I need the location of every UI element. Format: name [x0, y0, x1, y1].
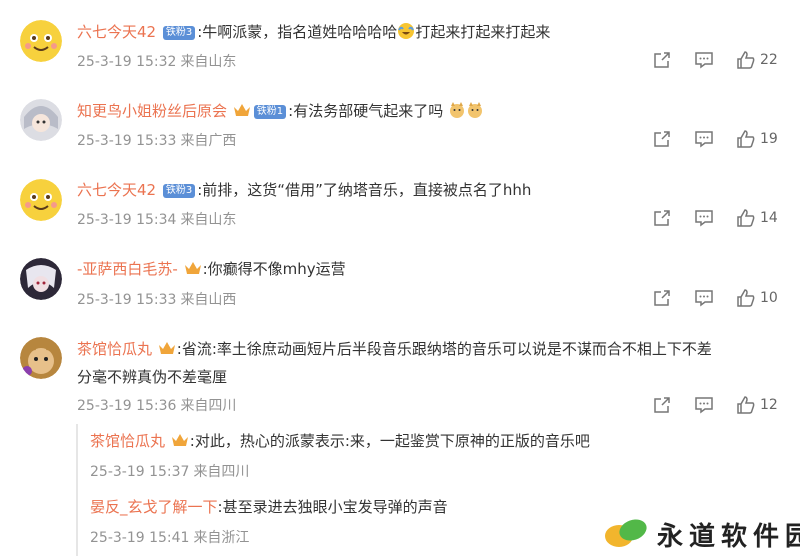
- username[interactable]: -亚萨西白毛苏-: [77, 260, 178, 278]
- fan-badge[interactable]: 铁粉3: [162, 26, 196, 40]
- comment-text: :你癫得不像mhy运营: [202, 260, 346, 278]
- location: 来自广西: [180, 133, 237, 149]
- reply-meta: 25-3-19 15:37 来自四川: [90, 461, 249, 481]
- reply-text: :甚至录进去独眼小宝发导弹的声音: [217, 498, 448, 516]
- timestamp: 25-3-19 15:33: [77, 133, 177, 149]
- watermark-text: 永道软件园: [657, 522, 800, 552]
- comment-text: :省流:率土徐庶动画短片后半段音乐跟纳塔的音乐可以说是不谋而合不相上下不差: [176, 340, 712, 358]
- avatar[interactable]: [20, 99, 62, 141]
- location: 来自四川: [180, 398, 237, 414]
- comment-text-line2: 分毫不辨真伪不差毫厘: [77, 366, 227, 388]
- crown-icon: [233, 102, 251, 124]
- like-count: 12: [760, 397, 778, 413]
- watermark-logo-icon: [603, 516, 653, 554]
- comment-icon[interactable]: [694, 129, 714, 153]
- timestamp: 25-3-19 15:32: [77, 54, 177, 70]
- doge-emoji-icon: [466, 101, 484, 125]
- crown-icon: [171, 432, 189, 454]
- thumbs-up-icon[interactable]: [736, 288, 756, 312]
- like-count: 10: [760, 290, 778, 306]
- timestamp: 25-3-19 15:41: [90, 530, 190, 546]
- username[interactable]: 六七今天42: [77, 181, 156, 199]
- share-icon[interactable]: [652, 129, 672, 153]
- location: 来自四川: [193, 464, 250, 480]
- comment-meta: 25-3-19 15:36 来自四川: [77, 397, 236, 415]
- reply-text: :对此，热心的派蒙表示:来，一起鉴赏下原神的正版的音乐吧: [189, 432, 590, 450]
- thumbs-up-icon[interactable]: [736, 50, 756, 74]
- reply-line: 晏反_玄戈了解一下:甚至录进去独眼小宝发导弹的声音: [90, 496, 448, 518]
- location: 来自山西: [180, 292, 237, 308]
- comment-text: :前排，这货“借用”了纳塔音乐，直接被点名了hhh: [197, 181, 532, 199]
- comment-meta: 25-3-19 15:34 来自山东: [77, 211, 236, 229]
- action-bar: 19: [652, 129, 792, 151]
- avatar[interactable]: [20, 20, 62, 62]
- username[interactable]: 六七今天42: [77, 23, 156, 41]
- share-icon[interactable]: [652, 208, 672, 232]
- avatar[interactable]: [20, 179, 62, 221]
- reply-line: 茶馆恰瓜丸 :对此，热心的派蒙表示:来，一起鉴赏下原神的正版的音乐吧: [90, 430, 590, 454]
- comment-text-continued: 打起来打起来打起来: [415, 23, 551, 41]
- comment-icon[interactable]: [694, 395, 714, 419]
- crown-icon: [158, 340, 176, 362]
- reply-username[interactable]: 茶馆恰瓜丸: [90, 432, 165, 450]
- laugh-cry-emoji-icon: [397, 22, 415, 46]
- timestamp: 25-3-19 15:33: [77, 292, 177, 308]
- comment-line: 知更鸟小姐粉丝后原会 铁粉1:有法务部硬气起来了吗: [77, 100, 484, 125]
- comment-meta: 25-3-19 15:33 来自广西: [77, 132, 236, 150]
- comment-icon[interactable]: [694, 208, 714, 232]
- comment-text: :有法务部硬气起来了吗: [288, 102, 444, 120]
- action-bar: 10: [652, 288, 792, 310]
- like-count: 22: [760, 52, 778, 68]
- thumbs-up-icon[interactable]: [736, 395, 756, 419]
- timestamp: 25-3-19 15:37: [90, 464, 190, 480]
- comment-meta: 25-3-19 15:32 来自山东: [77, 53, 236, 71]
- comment-text: :牛啊派蒙，指名道姓哈哈哈哈: [197, 23, 398, 41]
- like-count: 14: [760, 210, 778, 226]
- avatar[interactable]: [20, 337, 62, 379]
- username[interactable]: 知更鸟小姐粉丝后原会: [77, 102, 227, 120]
- comment-line: 六七今天42 铁粉3:牛啊派蒙，指名道姓哈哈哈哈 打起来打起来打起来: [77, 21, 550, 46]
- share-icon[interactable]: [652, 395, 672, 419]
- comment-line: 六七今天42 铁粉3:前排，这货“借用”了纳塔音乐，直接被点名了hhh: [77, 179, 531, 201]
- doge-emoji-icon: [448, 101, 466, 125]
- action-bar: 22: [652, 50, 792, 72]
- action-bar: 12: [652, 395, 792, 417]
- watermark: 永道软件园: [603, 514, 800, 554]
- location: 来自山东: [180, 212, 237, 228]
- share-icon[interactable]: [652, 50, 672, 74]
- thumbs-up-icon[interactable]: [736, 208, 756, 232]
- location: 来自山东: [180, 54, 237, 70]
- comment-line: -亚萨西白毛苏- :你癫得不像mhy运营: [77, 258, 346, 282]
- comment-meta: 25-3-19 15:33 来自山西: [77, 291, 236, 309]
- action-bar: 14: [652, 208, 792, 230]
- comment-line: 茶馆恰瓜丸 :省流:率土徐庶动画短片后半段音乐跟纳塔的音乐可以说是不谋而合不相上…: [77, 338, 712, 362]
- location: 来自浙江: [193, 530, 250, 546]
- avatar[interactable]: [20, 258, 62, 300]
- comment-icon[interactable]: [694, 288, 714, 312]
- timestamp: 25-3-19 15:36: [77, 398, 177, 414]
- reply-username[interactable]: 晏反_玄戈了解一下: [90, 498, 218, 516]
- fan-badge[interactable]: 铁粉1: [253, 105, 287, 119]
- share-icon[interactable]: [652, 288, 672, 312]
- reply-meta: 25-3-19 15:41 来自浙江: [90, 527, 249, 547]
- username[interactable]: 茶馆恰瓜丸: [77, 340, 152, 358]
- like-count: 19: [760, 131, 778, 147]
- timestamp: 25-3-19 15:34: [77, 212, 177, 228]
- fan-badge[interactable]: 铁粉3: [162, 184, 196, 198]
- thumbs-up-icon[interactable]: [736, 129, 756, 153]
- crown-icon: [184, 260, 202, 282]
- comment-text-continued: 分毫不辨真伪不差毫厘: [77, 368, 228, 386]
- comment-icon[interactable]: [694, 50, 714, 74]
